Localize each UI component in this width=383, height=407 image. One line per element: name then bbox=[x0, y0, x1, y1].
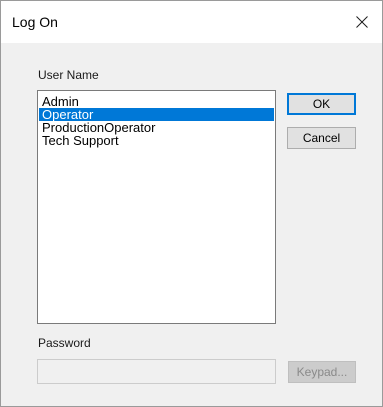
title-bar: Log On bbox=[1, 1, 382, 43]
user-list: Admin Operator ProductionOperator Tech Supp… bbox=[38, 91, 275, 147]
keypad-button[interactable]: Keypad... bbox=[288, 361, 356, 383]
user-name-listbox[interactable]: Admin Operator ProductionOperator Tech Supp… bbox=[37, 90, 276, 324]
ok-button[interactable]: OK bbox=[287, 93, 356, 115]
cancel-button[interactable]: Cancel bbox=[287, 127, 356, 149]
dialog-title: Log On bbox=[12, 14, 58, 30]
log-on-dialog: Log On User Name Admin Operator Production… bbox=[0, 0, 383, 407]
password-field[interactable] bbox=[37, 359, 276, 384]
password-label: Password bbox=[38, 336, 91, 350]
close-button[interactable] bbox=[342, 1, 382, 43]
close-icon bbox=[356, 16, 368, 28]
list-item-user[interactable]: Tech Support bbox=[39, 134, 274, 147]
user-name-label: User Name bbox=[38, 68, 99, 82]
